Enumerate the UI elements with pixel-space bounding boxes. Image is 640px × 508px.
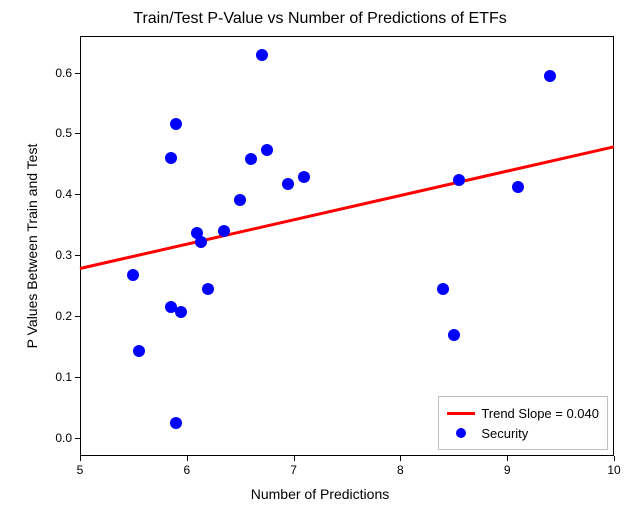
legend-label: Trend Slope = 0.040	[481, 406, 599, 421]
data-point	[512, 181, 524, 193]
x-tick-mark	[400, 456, 401, 461]
y-tick-label: 0.3	[48, 248, 72, 262]
legend-dot-swatch	[447, 428, 475, 438]
legend-line-swatch	[447, 412, 475, 415]
data-point	[195, 236, 207, 248]
x-tick-mark	[187, 456, 188, 461]
chart-title: Train/Test P-Value vs Number of Predicti…	[0, 10, 640, 28]
x-tick-label: 7	[290, 463, 297, 477]
x-tick-label: 9	[504, 463, 511, 477]
trend-line	[80, 147, 614, 269]
data-point	[245, 153, 257, 165]
legend-row: Trend Slope = 0.040	[447, 403, 599, 423]
y-tick-label: 0.5	[48, 126, 72, 140]
x-tick-mark	[507, 456, 508, 461]
y-tick-label: 0.4	[48, 187, 72, 201]
y-tick-label: 0.1	[48, 370, 72, 384]
y-tick-label: 0.6	[48, 66, 72, 80]
data-point	[127, 269, 139, 281]
data-point	[256, 49, 268, 61]
plot-svg	[80, 36, 614, 456]
data-point	[437, 283, 449, 295]
data-point	[218, 225, 230, 237]
legend-row: Security	[447, 423, 599, 443]
x-tick-mark	[294, 456, 295, 461]
x-tick-label: 8	[397, 463, 404, 477]
y-tick-label: 0.2	[48, 309, 72, 323]
x-tick-mark	[614, 456, 615, 461]
data-point	[282, 178, 294, 190]
x-tick-label: 10	[607, 463, 620, 477]
data-point	[298, 171, 310, 183]
y-axis-label: P Values Between Train and Test	[24, 36, 40, 456]
data-point	[448, 329, 460, 341]
data-point	[170, 417, 182, 429]
data-point	[261, 144, 273, 156]
data-point	[234, 194, 246, 206]
data-point	[544, 70, 556, 82]
x-tick-label: 5	[77, 463, 84, 477]
data-point	[175, 306, 187, 318]
data-point	[453, 174, 465, 186]
x-axis-label: Number of Predictions	[0, 486, 640, 502]
x-tick-label: 6	[183, 463, 190, 477]
legend: Trend Slope = 0.040 Security	[438, 396, 608, 450]
data-point	[170, 118, 182, 130]
data-point	[165, 152, 177, 164]
chart-figure: Train/Test P-Value vs Number of Predicti…	[0, 0, 640, 508]
data-point	[133, 345, 145, 357]
x-tick-mark	[80, 456, 81, 461]
data-point	[202, 283, 214, 295]
y-tick-label: 0.0	[48, 431, 72, 445]
legend-label: Security	[481, 426, 528, 441]
